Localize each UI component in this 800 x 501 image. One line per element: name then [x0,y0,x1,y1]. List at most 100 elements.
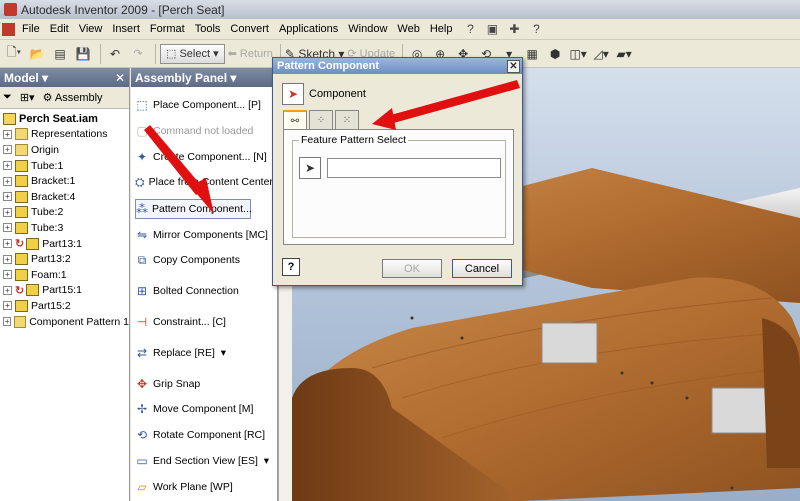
work-plane-icon: ▱ [137,480,147,494]
document-icon [2,22,15,36]
select-button[interactable]: ⬚ Select ▾ [160,43,225,64]
folder-icon [15,143,28,156]
help-pointer-icon[interactable]: ? [461,21,479,37]
part-icon [15,190,28,203]
screen-icon[interactable]: ▣ [483,21,501,37]
component-selector: ➤ Component [282,83,366,105]
constraint-button[interactable]: ⊣ Constraint... [C] [135,312,275,332]
tree-item[interactable]: + Origin [0,142,129,158]
command-not-loaded-item[interactable]: ▢ Command not loaded [135,121,275,141]
move-component-button[interactable]: ✢ Move Component [M] [135,399,275,419]
close-icon[interactable]: ✕ [115,71,125,85]
tree-item[interactable]: + Tube:2 [0,205,129,221]
tree-item[interactable]: + Component Pattern 1 [0,314,129,330]
work-plane-button[interactable]: ▱ Work Plane [WP] [135,477,275,497]
section-icon[interactable]: ▰▾ [614,44,634,64]
menu-edit[interactable]: Edit [45,23,74,35]
replace-icon: ⇄ [136,346,148,360]
menu-help[interactable]: Help [425,23,458,35]
app-icon [4,3,17,16]
display-mode-icon[interactable]: ▦ [522,44,542,64]
plus-icon[interactable]: ✚ [505,21,523,37]
rectangular-pattern-icon: ⁘ [316,114,326,126]
pattern-icon [14,315,27,328]
redo-icon[interactable]: ↷ [128,44,148,64]
tab-circular-pattern[interactable]: ⁙ [335,110,359,129]
bolted-connection-button[interactable]: ⊞ Bolted Connection [135,281,275,301]
tree-item[interactable]: + Part15:2 [0,298,129,314]
part-icon [15,159,28,172]
feature-pattern-field[interactable] [327,158,501,178]
assembly-panel-header[interactable]: Assembly Panel ▾ [131,68,277,87]
replace-button[interactable]: ⇄ Replace [RE] ▾ [135,343,275,363]
filter-icon[interactable]: ⏷ [3,91,12,104]
project-icon[interactable]: ▤ [50,44,70,64]
part-icon [15,268,28,281]
open-icon[interactable]: 📂 [27,44,47,64]
copy-components-button[interactable]: ⧉ Copy Components [135,250,275,270]
place-component-button[interactable]: ⬚ Place Component... [P] [135,95,275,115]
section-view-icon: ▭ [136,454,148,468]
undo-icon[interactable]: ↶ [105,44,125,64]
ok-button[interactable]: OK [382,259,442,278]
tab-associative-pattern[interactable]: ⚯ [283,110,307,130]
tree-item[interactable]: + Tube:3 [0,220,129,236]
part-icon [15,175,28,188]
tree-item[interactable]: + Bracket:1 [0,173,129,189]
grip-snap-button[interactable]: ✥ Grip Snap [135,374,275,394]
tree-item[interactable]: + Bracket:4 [0,189,129,205]
place-from-content-center-button[interactable]: ⛭ Place from Content Center... [135,172,281,192]
assembly-file-icon [3,112,16,125]
tree-item[interactable]: + Part13:2 [0,251,129,267]
cancel-button[interactable]: Cancel [452,259,512,278]
hierarchy-icon[interactable]: ⊞▾ [20,91,35,104]
menu-applications[interactable]: Applications [274,23,343,35]
feature-select-button[interactable]: ➤ [299,157,321,179]
rotate-component-button[interactable]: ⟲ Rotate Component [RC] [135,425,275,445]
assembly-view-button[interactable]: ⚙ Assembly [43,91,103,104]
pattern-component-dialog: Pattern Component ✕ ➤ Component ⚯ ⁘ ⁙ Fe… [272,57,523,286]
create-component-button[interactable]: ✦ Create Component... [N] [135,147,275,167]
bracket-right [711,387,768,434]
menu-insert[interactable]: Insert [107,23,145,35]
menu-format[interactable]: Format [145,23,190,35]
constraint-icon: ⊣ [136,315,148,329]
dialog-close-icon[interactable]: ✕ [507,59,520,73]
tree-item[interactable]: + ↻ Part15:1 [0,283,129,299]
box-view-icon[interactable]: ◫▾ [568,44,588,64]
return-button[interactable]: ⬅ Return [228,44,273,64]
bracket-center [541,322,598,364]
save-icon[interactable]: 💾 [73,44,93,64]
tree-root[interactable]: Perch Seat.iam [0,111,129,127]
menu-web[interactable]: Web [392,23,424,35]
mirror-components-button[interactable]: ⇋ Mirror Components [MC] [135,225,275,245]
associative-pattern-icon: ⚯ [290,115,300,127]
component-select-button[interactable]: ➤ [282,83,304,105]
pattern-component-button[interactable]: ⁂ Pattern Component... [135,199,252,219]
tab-rectangular-pattern[interactable]: ⁘ [309,110,333,129]
part-icon [15,299,28,312]
new-icon[interactable]: 🗋▾ [4,44,24,64]
model-panel-header[interactable]: Model ▾ ✕ [0,68,129,87]
menu-view[interactable]: View [74,23,108,35]
tree-item[interactable]: + Tube:1 [0,158,129,174]
menu-window[interactable]: Window [343,23,392,35]
menu-tools[interactable]: Tools [190,23,226,35]
tree-item[interactable]: + Foam:1 [0,267,129,283]
shaded-icon[interactable]: ⬢ [545,44,565,64]
placeholder-icon: ▢ [136,124,148,138]
tree-item[interactable]: + ↻ Part13:1 [0,236,129,252]
model-browser: Model ▾ ✕ ⏷ ⊞▾ ⚙ Assembly Perch Seat.iam… [0,68,130,501]
menu-bar: File Edit View Insert Format Tools Conve… [0,19,800,40]
dialog-title-bar: Pattern Component ✕ [273,58,522,74]
whats-this-icon[interactable]: ? [527,21,545,37]
tree-item[interactable]: + Representations [0,127,129,143]
end-section-view-button[interactable]: ▭ End Section View [ES] ▾ [135,451,275,471]
create-component-icon: ✦ [136,150,148,164]
menu-file[interactable]: File [17,23,45,35]
help-button[interactable]: ? [282,258,300,276]
menu-convert[interactable]: Convert [225,23,274,35]
perspective-icon[interactable]: ◿▾ [591,44,611,64]
tab-content: Feature Pattern Select ➤ [283,129,514,245]
constraint-cycle-icon: ↻ [15,284,25,297]
